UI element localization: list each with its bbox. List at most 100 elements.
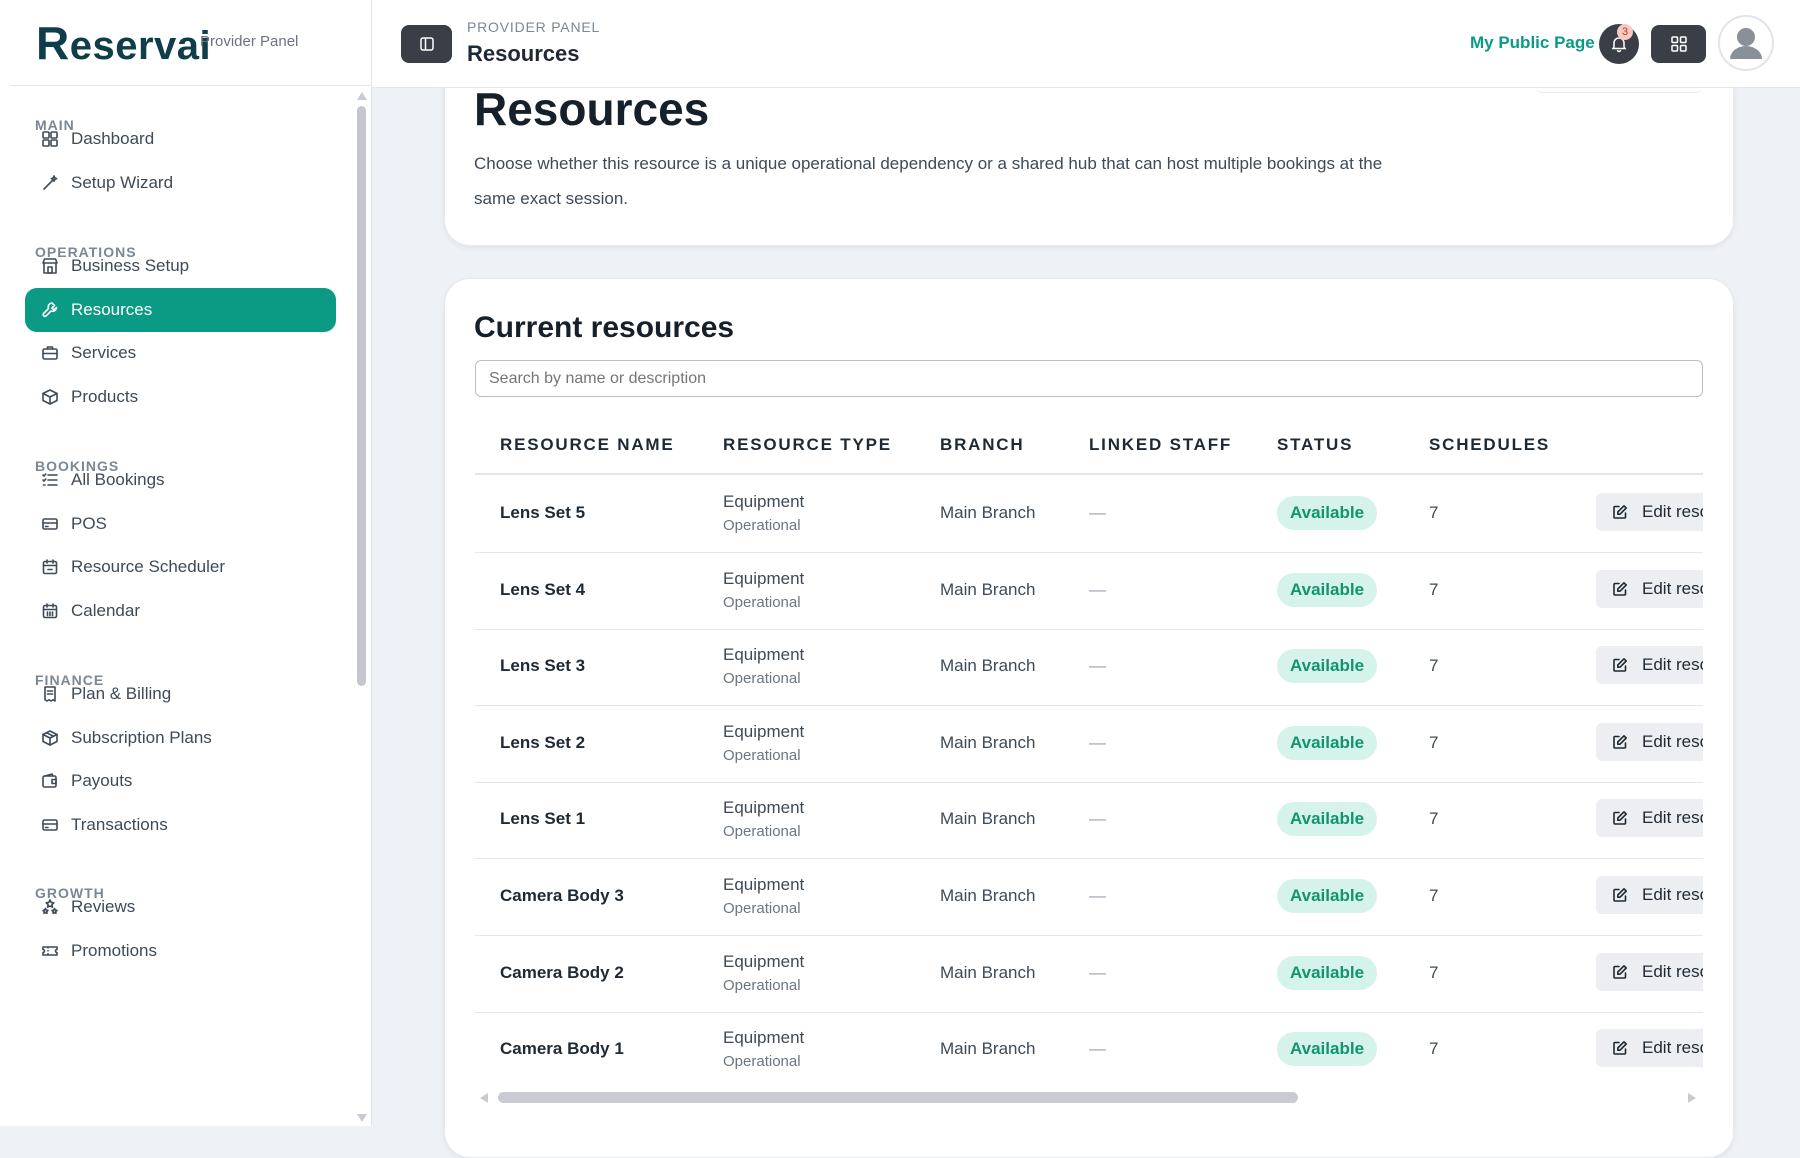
horizontal-scrollbar-thumb[interactable] xyxy=(498,1092,1298,1103)
sidebar-item-calendar[interactable]: Calendar xyxy=(25,589,336,633)
sidebar-item-reviews[interactable]: Reviews xyxy=(25,885,336,929)
scroll-right-arrow[interactable] xyxy=(1688,1093,1696,1103)
table-horizontal-scrollbar[interactable] xyxy=(478,1090,1698,1106)
list-icon xyxy=(41,471,59,489)
resource-subtype: Operational xyxy=(723,593,801,611)
resource-subtype: Operational xyxy=(723,670,801,688)
column-header-linked-staff[interactable]: LINKED STAFF xyxy=(1089,435,1232,455)
resource-subtype: Operational xyxy=(723,976,801,994)
sidebar-item-business-setup[interactable]: Business Setup xyxy=(25,244,336,288)
edit-resource-button[interactable]: Edit resource xyxy=(1596,1029,1703,1068)
sidebar-item-label: Services xyxy=(71,343,137,362)
column-header-branch[interactable]: BRANCH xyxy=(940,435,1024,455)
column-header-resource-type[interactable]: RESOURCE TYPE xyxy=(723,435,892,455)
wallet-icon xyxy=(41,772,59,790)
table-row: Lens Set 1 Equipment Operational Main Br… xyxy=(475,781,1703,860)
table-row: Lens Set 2 Equipment Operational Main Br… xyxy=(475,705,1703,783)
sidebar-item-label: Reviews xyxy=(71,897,136,916)
sidebar-item-label: Resource Scheduler xyxy=(71,557,226,576)
scroll-left-arrow[interactable] xyxy=(480,1093,488,1103)
status-badge: Available xyxy=(1277,879,1378,913)
notification-badge: 3 xyxy=(1617,24,1633,40)
column-header-resource-name[interactable]: RESOURCE NAME xyxy=(500,435,675,455)
sidebar-item-services[interactable]: Services xyxy=(25,331,336,375)
status-badge: Available xyxy=(1277,1032,1378,1067)
schedules-count: 7 xyxy=(1429,732,1439,752)
sidebar-scrollbar[interactable] xyxy=(355,90,367,1126)
sidebar-item-dashboard[interactable]: Dashboard xyxy=(25,117,336,161)
resource-name[interactable]: Lens Set 1 xyxy=(500,809,585,829)
linked-staff: — xyxy=(1089,503,1106,522)
edit-icon xyxy=(1613,1041,1627,1055)
resource-subtype: Operational xyxy=(723,823,801,841)
sidebar-item-label: Dashboard xyxy=(71,129,155,148)
status-badge: Available xyxy=(1277,572,1378,607)
edit-resource-button[interactable]: Edit resource xyxy=(1596,799,1703,838)
sidebar-item-payouts[interactable]: Payouts xyxy=(25,759,336,803)
edit-icon xyxy=(1613,734,1627,749)
briefcase-icon xyxy=(41,344,59,362)
page-title: Resources xyxy=(467,41,580,66)
edit-resource-button[interactable]: Edit resource xyxy=(1596,952,1703,991)
table-row: Camera Body 1 Equipment Operational Main… xyxy=(475,1011,1703,1080)
resource-subtype: Operational xyxy=(723,900,801,917)
column-header-status[interactable]: STATUS xyxy=(1277,435,1353,455)
resource-type: Equipment xyxy=(723,492,805,511)
sidebar-item-transactions[interactable]: Transactions xyxy=(25,803,336,847)
edit-resource-button[interactable]: Edit resource xyxy=(1596,493,1703,531)
edit-resource-button[interactable]: Edit resource xyxy=(1596,876,1703,914)
logo[interactable]: Reservai xyxy=(36,16,211,70)
resource-branch: Main Branch xyxy=(940,962,1036,982)
sidebar-item-plan-and-billing[interactable]: Plan & Billing xyxy=(25,672,336,716)
resource-name[interactable]: Camera Body 3 xyxy=(500,886,624,906)
user-icon xyxy=(1730,28,1762,59)
user-avatar[interactable] xyxy=(1718,15,1774,71)
sidebar-item-label: POS xyxy=(71,514,107,533)
sidebar-item-label: All Bookings xyxy=(71,470,165,489)
resource-name[interactable]: Lens Set 3 xyxy=(500,656,585,676)
edit-resource-label: Edit resource xyxy=(1642,961,1703,981)
brand-header: Reservai Provider Panel xyxy=(10,0,372,86)
edit-resource-button[interactable]: Edit resource xyxy=(1596,646,1703,685)
column-header-schedules[interactable]: SCHEDULES xyxy=(1429,435,1550,455)
scroll-up-arrow[interactable] xyxy=(357,92,367,100)
sidebar-item-resources[interactable]: Resources xyxy=(25,288,336,332)
sidebar-item-subscription-plans[interactable]: Subscription Plans xyxy=(25,716,336,760)
resource-type: Equipment xyxy=(723,721,805,741)
edit-resource-label: Edit resource xyxy=(1642,885,1703,904)
resources-table: RESOURCE NAME RESOURCE TYPE BRANCH LINKED S… xyxy=(475,420,1703,1080)
scrollbar-thumb[interactable] xyxy=(357,106,366,686)
resource-name[interactable]: Camera Body 1 xyxy=(500,1039,624,1059)
wand-icon xyxy=(41,174,59,192)
linked-staff: — xyxy=(1089,1039,1106,1059)
sidebar-item-label: Business Setup xyxy=(71,256,190,275)
sidebar-toggle-icon xyxy=(419,37,434,51)
resource-name[interactable]: Lens Set 4 xyxy=(500,580,585,600)
sidebar-item-pos[interactable]: POS xyxy=(25,502,336,546)
sidebar-item-label: Subscription Plans xyxy=(71,728,212,747)
sidebar-item-products[interactable]: Products xyxy=(25,375,336,419)
resource-name[interactable]: Lens Set 2 xyxy=(500,733,585,753)
linked-staff: — xyxy=(1089,962,1106,982)
sidebar-item-resource-scheduler[interactable]: Resource Scheduler xyxy=(25,545,336,589)
resource-name[interactable]: Camera Body 2 xyxy=(500,963,624,983)
my-public-page-link[interactable]: My Public Page xyxy=(1470,33,1595,53)
edit-resource-button[interactable]: Edit resource xyxy=(1596,722,1703,761)
resource-name[interactable]: Lens Set 5 xyxy=(500,503,585,523)
sidebar-item-setup-wizard[interactable]: Setup Wizard xyxy=(25,161,336,205)
resource-branch: Main Branch xyxy=(940,503,1036,522)
sidebar-item-promotions[interactable]: Promotions xyxy=(25,929,336,973)
search-input[interactable] xyxy=(475,360,1703,397)
scroll-down-arrow[interactable] xyxy=(357,1114,367,1122)
sidebar-toggle-button[interactable] xyxy=(401,25,452,63)
resource-type: Equipment xyxy=(723,645,805,665)
tool-icon xyxy=(41,301,59,319)
sidebar-item-all-bookings[interactable]: All Bookings xyxy=(25,458,336,502)
edit-resource-button[interactable]: Edit resource xyxy=(1596,569,1703,608)
edit-resource-label: Edit resource xyxy=(1642,808,1703,828)
table-row: Camera Body 3 Equipment Operational Main… xyxy=(475,858,1703,936)
apps-menu-button[interactable] xyxy=(1651,25,1706,63)
card-icon xyxy=(41,816,59,834)
table-header: RESOURCE NAME RESOURCE TYPE BRANCH LINKED S… xyxy=(475,420,1703,475)
sidebar: Reservai Provider Panel MAIN Dashboard Set… xyxy=(0,0,372,1126)
